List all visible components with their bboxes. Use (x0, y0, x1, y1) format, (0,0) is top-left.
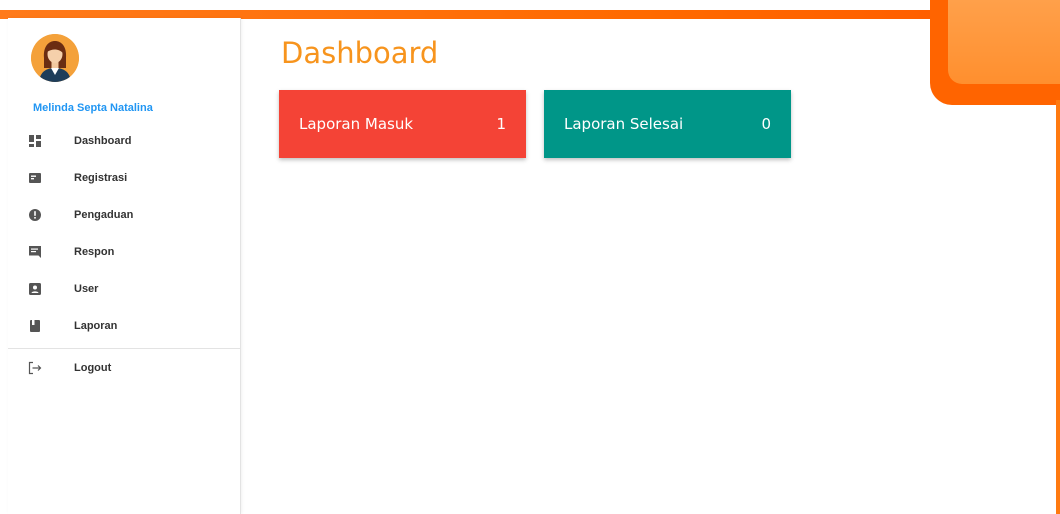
page-title: Dashboard (281, 36, 439, 70)
sidebar-item-label: Registrasi (74, 171, 128, 184)
sidebar-item-laporan[interactable]: Laporan (8, 307, 241, 344)
sidebar-menu: Dashboard Registrasi Pengaduan Respon Us… (8, 122, 241, 386)
book-icon (28, 319, 42, 333)
sidebar-item-dashboard[interactable]: Dashboard (8, 122, 241, 159)
stat-card-laporan-selesai[interactable]: Laporan Selesai 0 (544, 90, 791, 158)
sidebar-item-user[interactable]: User (8, 270, 241, 307)
stat-card-value: 0 (761, 115, 771, 133)
sidebar-item-registrasi[interactable]: Registrasi (8, 159, 241, 196)
chat-icon (28, 245, 42, 259)
stat-card-label: Laporan Selesai (564, 115, 684, 133)
alert-icon (28, 208, 42, 222)
sidebar: Melinda Septa Natalina Dashboard Registr… (8, 18, 241, 514)
corner-decoration-inner (948, 0, 1060, 84)
stat-card-laporan-masuk[interactable]: Laporan Masuk 1 (279, 90, 526, 158)
stat-card-value: 1 (496, 115, 506, 133)
top-accent-bar (0, 0, 1060, 20)
user-avatar-icon (31, 34, 79, 82)
account-box-icon (28, 282, 42, 296)
user-name: Melinda Septa Natalina (33, 102, 153, 114)
card-icon (28, 171, 42, 185)
sidebar-item-label: Logout (74, 361, 112, 374)
sidebar-item-pengaduan[interactable]: Pengaduan (8, 196, 241, 233)
app-window: Melinda Septa Natalina Dashboard Registr… (0, 0, 1060, 514)
sidebar-item-label: Dashboard (74, 134, 132, 147)
sidebar-item-label: Respon (74, 245, 115, 258)
stat-card-label: Laporan Masuk (299, 115, 414, 133)
sidebar-item-label: Laporan (74, 319, 118, 332)
sidebar-item-label: Pengaduan (74, 208, 134, 221)
sidebar-item-respon[interactable]: Respon (8, 233, 241, 270)
avatar[interactable] (31, 34, 79, 82)
right-accent-edge (1056, 100, 1060, 514)
logout-icon (28, 361, 42, 375)
sidebar-item-label: User (74, 282, 99, 295)
sidebar-item-logout[interactable]: Logout (8, 349, 241, 386)
dashboard-icon (28, 134, 42, 148)
